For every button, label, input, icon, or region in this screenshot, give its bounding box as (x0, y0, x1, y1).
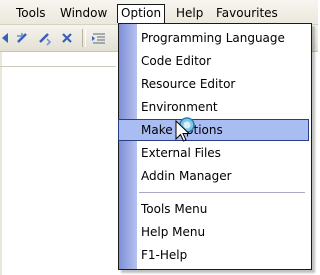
menu-item-environment[interactable]: Environment (139, 96, 309, 118)
menu-tools[interactable]: Tools (12, 5, 50, 22)
menu-favourites[interactable]: Favourites (212, 5, 282, 22)
busy-pointer-icon (175, 117, 195, 142)
menu-item-addin-manager[interactable]: Addin Manager (139, 165, 309, 187)
indent-icon[interactable] (90, 29, 108, 47)
bookmark-next-icon[interactable] (36, 29, 54, 47)
pane-divider (0, 66, 116, 67)
menubar: Tools Window Option Help Favourites (0, 0, 318, 25)
menu-window[interactable]: Window (56, 5, 111, 22)
menu-separator (139, 192, 305, 193)
menu-option[interactable]: Option (117, 4, 166, 23)
menu-help[interactable]: Help (172, 5, 207, 22)
menu-item-tools-menu[interactable]: Tools Menu (139, 198, 309, 220)
bookmark-clear-icon[interactable] (59, 29, 77, 47)
menu-item-code-editor[interactable]: Code Editor (139, 50, 309, 72)
menu-item-make-options[interactable]: Make Options (118, 119, 309, 141)
editor-left-edge (0, 52, 2, 275)
menu-sidebar-strip (119, 24, 137, 269)
menu-item-f1-help[interactable]: F1-Help (139, 244, 309, 266)
menu-item-resource-editor[interactable]: Resource Editor (139, 73, 309, 95)
menu-item-external-files[interactable]: External Files (139, 142, 309, 164)
toolbar-separator (82, 29, 86, 47)
bookmark-toggle-icon[interactable] (13, 29, 31, 47)
menu-item-help-menu[interactable]: Help Menu (139, 221, 309, 243)
menu-item-programming-language[interactable]: Programming Language (139, 27, 309, 49)
option-menu: Programming Language Code Editor Resourc… (118, 23, 312, 270)
